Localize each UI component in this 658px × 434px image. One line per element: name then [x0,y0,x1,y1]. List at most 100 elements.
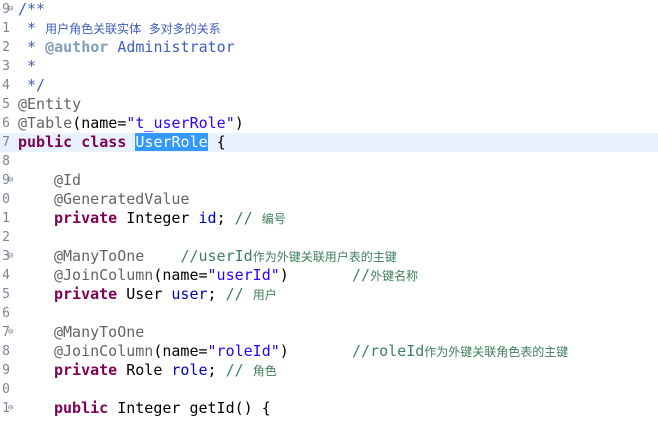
line-number: 7 [2,135,10,150]
code-line[interactable]: 5 private User user; // 用户 [0,285,658,304]
code-line[interactable]: 6 [0,304,658,323]
join-column-string: "roleId" [207,342,280,360]
comment-slashes: // [225,361,253,379]
code-line[interactable]: 7 ⊖ @ManyToOne [0,323,658,342]
code-content: @Entity [18,95,81,114]
line-number: 3 [2,59,10,74]
punct: { [207,133,226,151]
code-content: @JoinColumn(name="roleId") //roleId作为外键关… [18,342,568,362]
code-line[interactable]: 1 * 用户角色关联实体 多对多的关系 [0,19,658,38]
code-line[interactable]: 3 ⊖ @ManyToOne //userId作为外键关联用户表的主键 [0,247,658,266]
code-editor[interactable]: 9 ⊖ /** 1 * 用户角色关联实体 多对多的关系 2 * @author … [0,0,658,434]
code-content: @Table(name="t_userRole") [18,114,244,133]
line-number: 5 [2,287,10,302]
punct: (name= [153,266,208,284]
line-number: 0 [2,192,10,207]
comment-slashes: //userId [180,247,253,265]
punct: ; [216,209,235,227]
fold-collapse-icon[interactable]: ⊖ [8,247,13,266]
selected-class-name[interactable]: UserRole [135,133,208,151]
fold-collapse-icon[interactable]: ⊖ [8,171,13,190]
line-number: 4 [2,78,10,93]
code-content: */ [18,76,45,95]
code-line[interactable]: 4 @JoinColumn(name="userId") //外键名称 [0,266,658,285]
code-line[interactable]: 2 * @author Administrator [0,38,658,57]
fold-collapse-icon[interactable]: ⊖ [8,0,13,19]
code-line[interactable]: 0 [0,380,658,399]
javadoc-open: /** [18,0,46,18]
many-to-one-annotation: @ManyToOne [54,247,145,265]
code-line[interactable]: 9 private Role role; // 角色 [0,361,658,380]
join-column-annotation: @JoinColumn [54,266,154,284]
comment-text: 用户 [252,288,277,302]
code-content: @GeneratedValue [18,190,189,209]
punct: ) [279,266,289,284]
keyword-private: private [54,361,118,379]
spacing [289,342,352,360]
line-number: 5 [2,97,10,112]
comment-slashes: // [234,209,262,227]
code-line[interactable]: 0 @GeneratedValue [0,190,658,209]
javadoc-star: * [18,19,46,37]
code-content: private Role role; // 角色 [18,361,277,381]
punct: ; [207,285,226,303]
method-signature: Integer getId() { [108,399,271,417]
type-name: Role [117,361,172,379]
javadoc-author-tag: @author [45,38,109,56]
spacing [289,266,352,284]
keyword-private: private [54,209,118,227]
table-annotation: @Table [18,114,73,132]
punct: ) [234,114,244,132]
code-content: /** [18,0,45,19]
code-line[interactable]: 9 ⊖ @Id [0,171,658,190]
code-line[interactable]: 8 @JoinColumn(name="roleId") //roleId作为外… [0,342,658,361]
line-number: 9 [2,363,10,378]
type-name: Integer [117,209,199,227]
code-line-current[interactable]: 7 public class UserRole { [0,133,658,152]
code-content: public class UserRole { [18,133,226,152]
join-column-string: "userId" [207,266,280,284]
field-name: user [171,285,208,303]
fold-collapse-icon[interactable]: ⊖ [8,323,13,342]
code-line[interactable]: 5 @Entity [0,95,658,114]
field-name: id [198,209,217,227]
line-number: 4 [2,268,10,283]
comment-slashes: // [352,266,371,284]
spacing [144,247,180,265]
table-name-string: "t_userRole" [126,114,235,132]
line-number: 1 [2,21,10,36]
line-number: 8 [2,344,10,359]
code-line[interactable]: 6 @Table(name="t_userRole") [0,114,658,133]
entity-annotation: @Entity [18,95,82,113]
punct: ) [279,342,289,360]
keyword-class: class [81,133,127,151]
line-number: 2 [2,40,10,55]
id-annotation: @Id [54,171,82,189]
comment-text: 外键名称 [370,269,419,283]
code-line[interactable]: 2 [0,228,658,247]
type-name: User [117,285,172,303]
line-number: 6 [2,116,10,131]
code-line[interactable]: 9 ⊖ /** [0,0,658,19]
code-content: * [18,57,36,76]
code-line[interactable]: 1 private Integer id; // 编号 [0,209,658,228]
line-number: 8 [2,154,10,169]
line-number: 0 [2,382,10,397]
code-line[interactable]: 3 * [0,57,658,76]
keyword-public: public [54,399,109,417]
code-line[interactable]: 1 ⊖ public Integer getId() { [0,399,658,418]
code-line[interactable]: 8 [0,152,658,171]
join-column-annotation: @JoinColumn [54,342,154,360]
javadoc-star: * [18,38,46,56]
fold-collapse-icon[interactable]: ⊖ [8,399,13,418]
code-line[interactable]: 4 */ [0,76,658,95]
javadoc-close: */ [18,76,46,94]
comment-slashes: // [225,285,253,303]
punct: (name= [153,342,208,360]
comment-text: 编号 [261,212,286,226]
code-content: @JoinColumn(name="userId") //外键名称 [18,266,418,286]
line-number: 2 [2,230,10,245]
line-number: 6 [2,306,10,321]
code-content: * 用户角色关联实体 多对多的关系 [18,19,221,39]
comment-text: 作为外键关联用户表的主键 [252,250,397,264]
